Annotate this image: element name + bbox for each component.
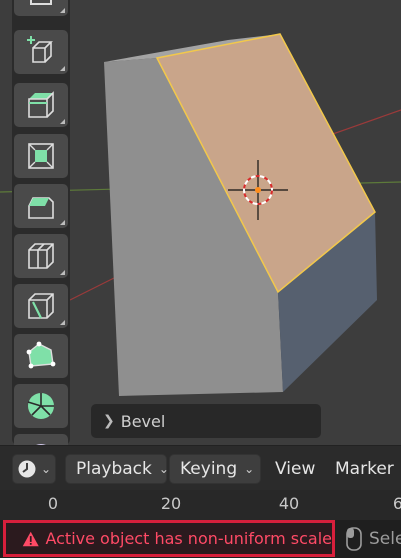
tool-add-cube[interactable]	[14, 30, 68, 74]
tool-transform[interactable]	[14, 0, 68, 16]
warning-icon	[22, 531, 39, 546]
keying-label: Keying	[180, 459, 238, 479]
loop-cut-icon	[28, 243, 54, 269]
tool-smooth[interactable]	[14, 434, 68, 445]
chevron-down-icon: ⌄	[40, 462, 52, 476]
tool-shelf	[12, 0, 70, 445]
last-operator-panel[interactable]: ❯ Bevel	[91, 404, 321, 438]
view-label: View	[275, 459, 316, 479]
transform-tool-icon	[30, 0, 52, 5]
knife-icon	[28, 293, 54, 319]
chevron-down-icon: ⌄	[244, 462, 255, 476]
warning-message[interactable]: Active object has non-uniform scale	[3, 520, 335, 557]
tool-inset-faces[interactable]	[14, 134, 68, 178]
mouse-icon	[346, 527, 362, 551]
red-axis-line-right	[329, 109, 401, 136]
warning-text: Active object has non-uniform scale	[45, 529, 332, 548]
frame-tick: 20	[160, 494, 182, 513]
tool-loop-cut[interactable]	[14, 234, 68, 278]
playback-label: Playback	[76, 459, 152, 479]
timeline-header: ⌄ Playback ⌄ Keying ⌄ View Marker	[0, 445, 401, 491]
tool-spin[interactable]	[14, 384, 68, 428]
timeline-ruler[interactable]: 0 20 40 6	[0, 490, 401, 520]
view-menu[interactable]: View	[275, 454, 315, 484]
add-cube-icon	[27, 36, 53, 63]
tool-knife[interactable]	[14, 284, 68, 328]
tool-bevel[interactable]	[14, 184, 68, 228]
frame-tick: 40	[278, 494, 300, 513]
extrude-region-icon	[28, 91, 54, 118]
poly-build-icon	[26, 341, 56, 369]
tool-poly-build[interactable]	[14, 334, 68, 378]
3d-viewport[interactable]: ❯ Bevel	[0, 0, 401, 445]
keying-menu[interactable]: Keying ⌄	[169, 454, 261, 484]
select-hint: Sele	[345, 526, 401, 552]
bevel-icon	[28, 197, 54, 219]
clock-icon	[18, 460, 36, 478]
tool-extrude-region[interactable]	[14, 83, 68, 127]
marker-label: Marker	[335, 459, 394, 479]
frame-tick: 0	[47, 494, 59, 513]
chevron-down-icon: ⌄	[158, 462, 169, 476]
status-bar: Active object has non-uniform scale Sele	[0, 520, 401, 558]
chevron-right-icon: ❯	[103, 413, 115, 429]
select-label: Sele	[369, 529, 401, 549]
editor-type-button[interactable]: ⌄	[12, 454, 56, 484]
last-operator-label: Bevel	[120, 411, 166, 431]
smooth-icon	[36, 444, 46, 445]
frame-tick: 6	[392, 494, 401, 513]
playback-menu[interactable]: Playback ⌄	[65, 454, 169, 484]
spin-icon	[27, 393, 54, 419]
inset-faces-icon	[28, 143, 54, 169]
marker-menu[interactable]: Marker	[335, 454, 394, 484]
